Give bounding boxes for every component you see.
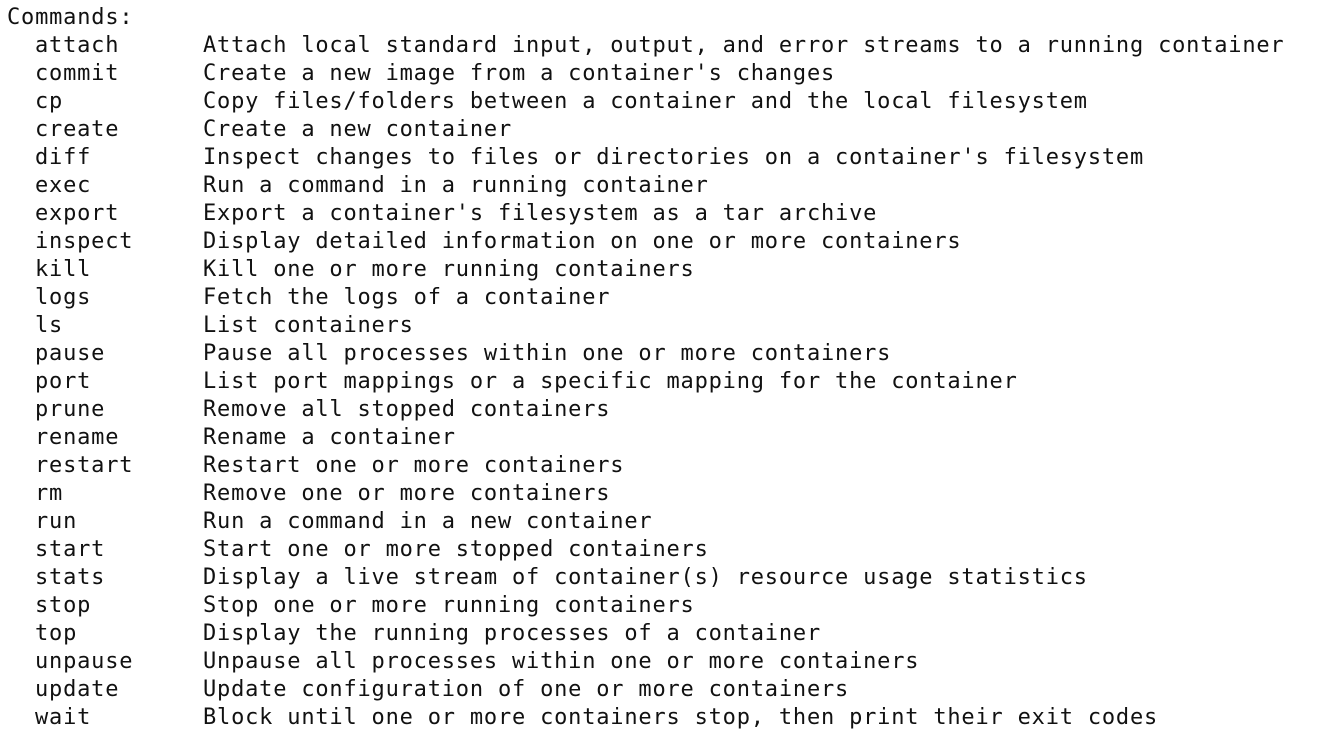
command-name: cp — [35, 89, 64, 114]
command-row: commit Create a new image from a containe… — [7, 60, 1284, 88]
command-description: Run a command in a running container — [203, 173, 709, 198]
command-row: start Start one or more stopped container… — [7, 536, 1284, 564]
command-name: start — [35, 537, 106, 562]
command-name: update — [35, 677, 120, 702]
command-description: List containers — [203, 313, 414, 338]
command-description: Create a new image from a container's ch… — [203, 61, 836, 86]
command-row: rm Remove one or more containers — [7, 480, 1284, 508]
command-description: Run a command in a new container — [203, 509, 653, 534]
command-row: stop Stop one or more running containers — [7, 592, 1284, 620]
command-description: Create a new container — [203, 117, 512, 142]
command-row: pause Pause all processes within one or m… — [7, 340, 1284, 368]
command-row: update Update configuration of one or mor… — [7, 676, 1284, 704]
command-row: port List port mappings or a specific map… — [7, 368, 1284, 396]
command-name: diff — [35, 145, 92, 170]
command-description: Display detailed information on one or m… — [203, 229, 962, 254]
command-name: create — [35, 117, 120, 142]
command-description: Remove one or more containers — [203, 481, 611, 506]
command-row: inspect Display detailed information on o… — [7, 228, 1284, 256]
command-description: List port mappings or a specific mapping… — [203, 369, 1018, 394]
command-row: wait Block until one or more containers s… — [7, 704, 1284, 732]
command-row: rename Rename a container — [7, 424, 1284, 452]
command-name: exec — [35, 173, 92, 198]
command-name: attach — [35, 33, 120, 58]
command-name: commit — [35, 61, 120, 86]
command-row: exec Run a command in a running container — [7, 172, 1284, 200]
command-name: export — [35, 201, 120, 226]
command-description: Display the running processes of a conta… — [203, 621, 821, 646]
command-description: Remove all stopped containers — [203, 397, 611, 422]
command-description: Fetch the logs of a container — [203, 285, 611, 310]
command-name: stats — [35, 565, 106, 590]
command-row: logs Fetch the logs of a container — [7, 284, 1284, 312]
command-description: Start one or more stopped containers — [203, 537, 709, 562]
command-name: unpause — [35, 649, 134, 674]
command-description: Update configuration of one or more cont… — [203, 677, 850, 702]
command-description: Copy files/folders between a container a… — [203, 89, 1088, 114]
command-description: Display a live stream of container(s) re… — [203, 565, 1088, 590]
command-name: wait — [35, 705, 92, 730]
command-name: port — [35, 369, 92, 394]
command-description: Restart one or more containers — [203, 453, 625, 478]
command-row: create Create a new container — [7, 116, 1284, 144]
command-row: cp Copy files/folders between a container… — [7, 88, 1284, 116]
command-description: Export a container's filesystem as a tar… — [203, 201, 878, 226]
command-description: Inspect changes to files or directories … — [203, 145, 1145, 170]
command-name: rm — [35, 481, 64, 506]
command-description: Block until one or more containers stop,… — [203, 705, 1159, 730]
commands-header: Commands: — [7, 5, 134, 30]
command-description: Attach local standard input, output, and… — [203, 33, 1285, 58]
command-row: prune Remove all stopped containers — [7, 396, 1284, 424]
command-name: top — [35, 621, 78, 646]
command-list: attach Attach local standard input, outpu… — [7, 32, 1284, 732]
command-row: run Run a command in a new container — [7, 508, 1284, 536]
command-row: attach Attach local standard input, outpu… — [7, 32, 1284, 60]
command-name: inspect — [35, 229, 134, 254]
command-row: diff Inspect changes to files or director… — [7, 144, 1284, 172]
command-name: logs — [35, 285, 92, 310]
command-description: Stop one or more running containers — [203, 593, 695, 618]
command-name: pause — [35, 341, 106, 366]
command-name: kill — [35, 257, 92, 282]
command-row: stats Display a live stream of container(… — [7, 564, 1284, 592]
command-row: restart Restart one or more containers — [7, 452, 1284, 480]
command-row: top Display the running processes of a co… — [7, 620, 1284, 648]
command-row: unpause Unpause all processes within one … — [7, 648, 1284, 676]
command-name: ls — [35, 313, 64, 338]
command-row: export Export a container's filesystem as… — [7, 200, 1284, 228]
command-description: Kill one or more running containers — [203, 257, 695, 282]
command-name: rename — [35, 425, 120, 450]
command-description: Pause all processes within one or more c… — [203, 341, 892, 366]
command-row: ls List containers — [7, 312, 1284, 340]
command-name: stop — [35, 593, 92, 618]
command-row: kill Kill one or more running containers — [7, 256, 1284, 284]
command-name: run — [35, 509, 78, 534]
command-description: Rename a container — [203, 425, 456, 450]
command-description: Unpause all processes within one or more… — [203, 649, 920, 674]
terminal-output: Commands: attach Attach local standard in… — [7, 4, 1284, 732]
command-name: restart — [35, 453, 134, 478]
command-name: prune — [35, 397, 106, 422]
